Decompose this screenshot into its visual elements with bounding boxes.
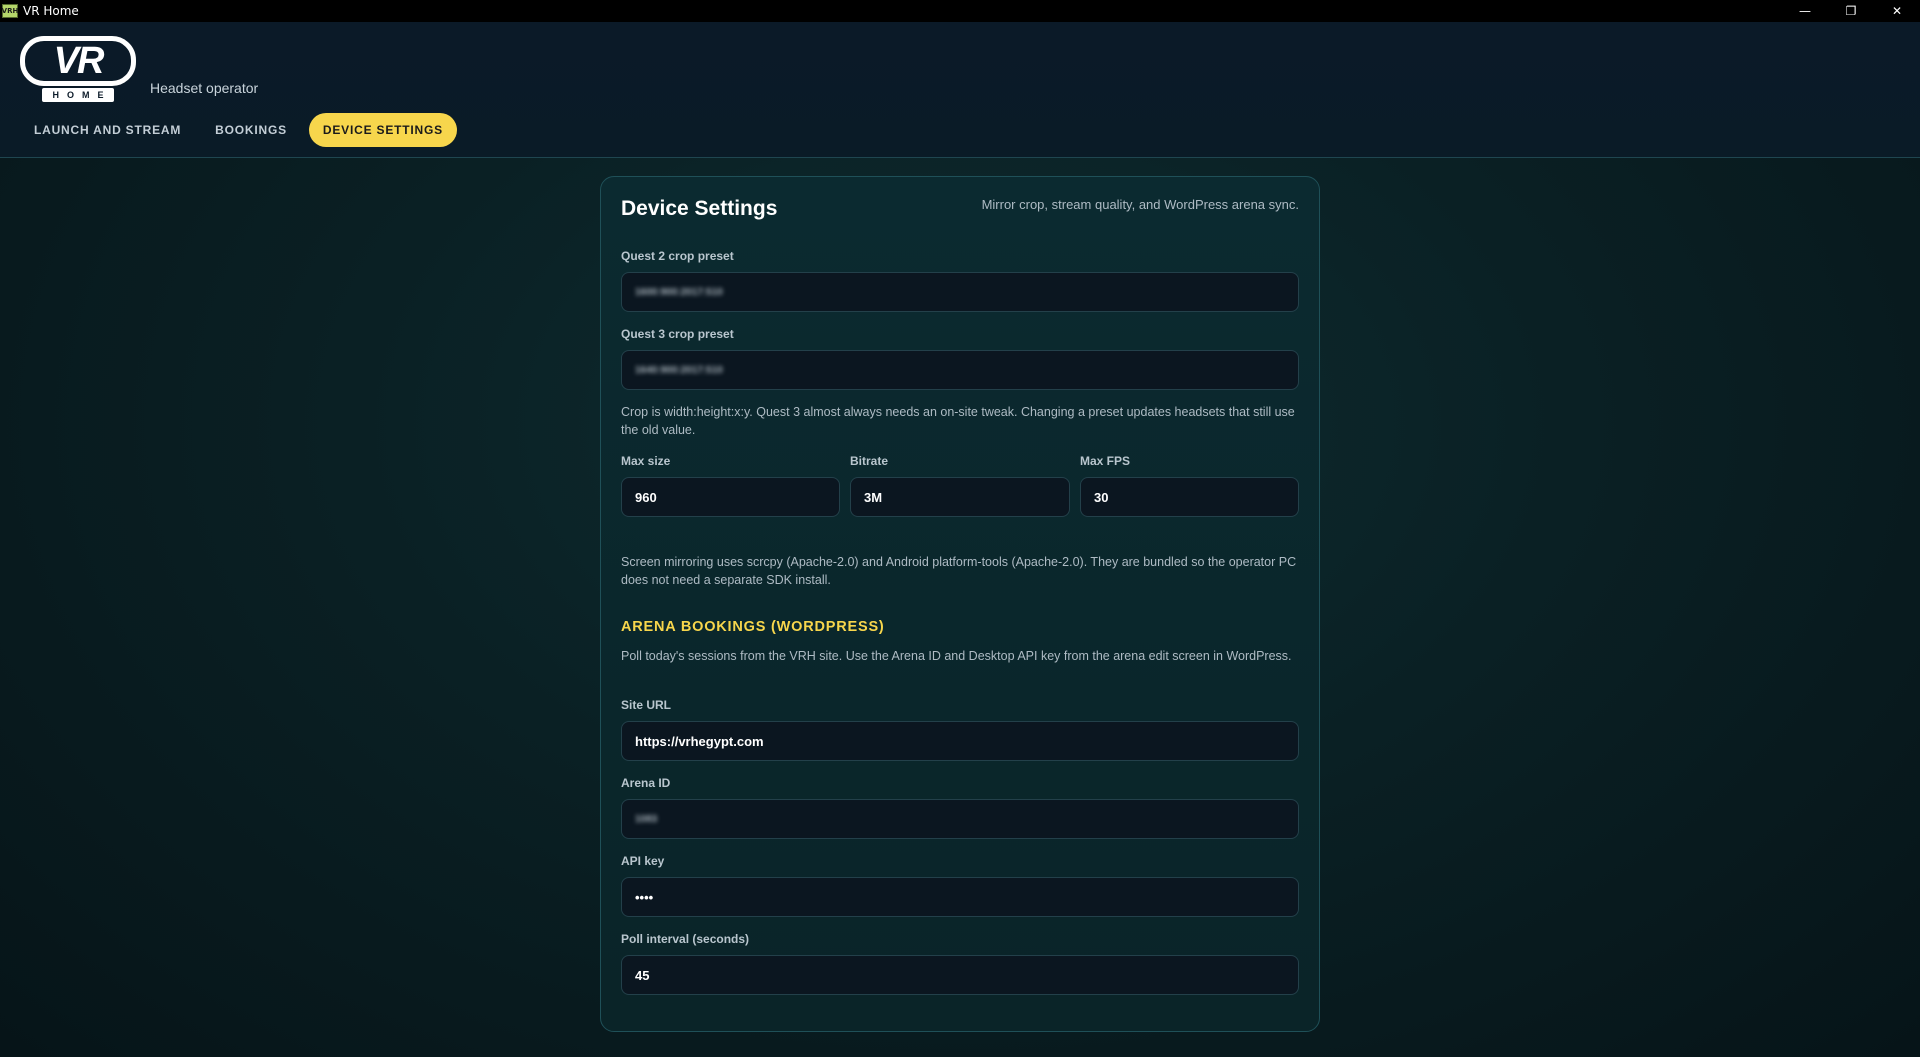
max-size-label: Max size [621,454,671,468]
max-fps-input[interactable]: 30 [1080,477,1299,517]
crop-help-text: Crop is width:height:x:y. Quest 3 almost… [621,405,1295,437]
max-fps-value: 30 [1094,489,1109,505]
arena-id-label: Arena ID [621,776,671,790]
tab-bookings[interactable]: BOOKINGS [203,113,299,147]
quest3-crop-label: Quest 3 crop preset [621,327,734,341]
arena-id-input[interactable]: 1083 [621,799,1299,839]
card-title: Device Settings [621,197,778,220]
tab-launch-and-stream[interactable]: LAUNCH AND STREAM [22,113,193,147]
minimize-button[interactable]: — [1782,0,1828,22]
window-controls: — ❐ ✕ [1782,0,1920,22]
quest2-crop-input[interactable]: 1600:900:2017:510 [621,272,1299,312]
quest3-crop-value: 1640:900:2017:510 [635,364,723,376]
app-icon: VRH [2,4,18,18]
site-url-input[interactable]: https://vrhegypt.com [621,721,1299,761]
quest2-crop-label: Quest 2 crop preset [621,249,734,263]
max-fps-label: Max FPS [1080,454,1131,468]
api-key-value: •••• [635,889,654,905]
mirroring-help-text: Screen mirroring uses scrcpy (Apache-2.0… [621,555,1297,587]
close-button[interactable]: ✕ [1874,0,1920,22]
poll-interval-label: Poll interval (seconds) [621,932,750,946]
bitrate-input[interactable]: 3M [850,477,1070,517]
logo-badge: VR [20,36,136,86]
poll-interval-value: 45 [635,967,650,983]
api-key-label: API key [621,854,665,868]
quest2-crop-value: 1600:900:2017:510 [635,286,723,298]
max-size-input[interactable]: 960 [621,477,840,517]
site-url-value: https://vrhegypt.com [635,733,764,749]
poll-interval-input[interactable]: 45 [621,955,1299,995]
window-titlebar: VRH VR Home — ❐ ✕ [0,0,1920,22]
vr-home-logo: VR HOME [20,36,136,102]
site-url-label: Site URL [621,698,672,712]
logo-subtext: HOME [42,88,114,102]
tab-device-settings[interactable]: DEVICE SETTINGS [308,113,457,147]
api-key-input[interactable]: •••• [621,877,1299,917]
main-tabs: LAUNCH AND STREAM BOOKINGS DEVICE SETTIN… [22,113,467,147]
role-label: Headset operator [150,80,259,96]
card-subtitle: Mirror crop, stream quality, and WordPre… [981,197,1299,212]
window-title: VR Home [23,4,79,18]
arena-id-value: 1083 [635,813,658,825]
max-size-value: 960 [635,489,657,505]
arena-bookings-heading: ARENA BOOKINGS (WORDPRESS) [621,619,885,635]
arena-help-text: Poll today's sessions from the VRH site.… [621,649,1292,663]
restore-button[interactable]: ❐ [1828,0,1874,22]
bitrate-value: 3M [864,489,883,505]
device-settings-card: Device Settings Mirror crop, stream qual… [600,176,1320,1032]
app-header: VR HOME Headset operator LAUNCH AND STRE… [0,22,1920,158]
quest3-crop-input[interactable]: 1640:900:2017:510 [621,350,1299,390]
bitrate-label: Bitrate [850,454,889,468]
